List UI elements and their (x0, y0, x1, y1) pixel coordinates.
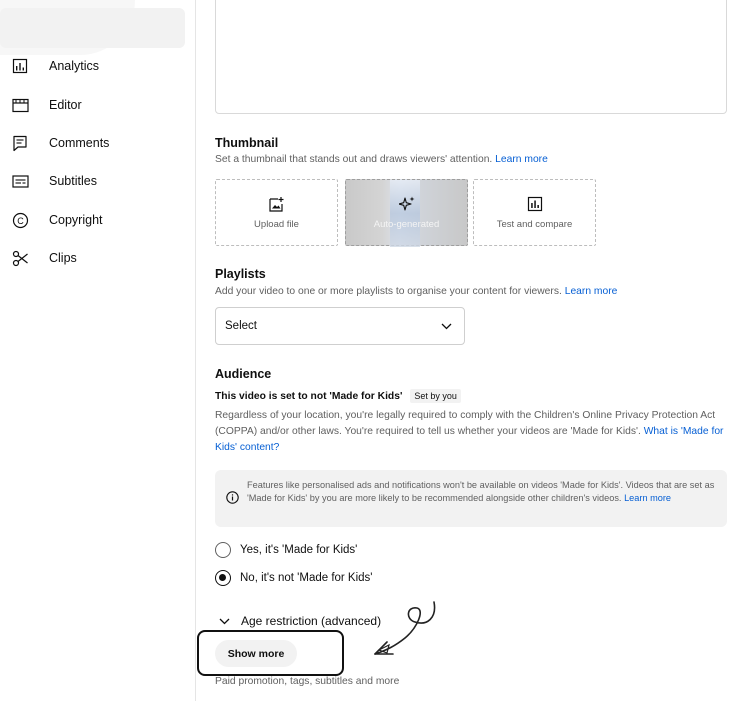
made-for-kids-no-option[interactable]: No, it's not 'Made for Kids' (215, 570, 373, 586)
sidebar-item-editor[interactable]: Editor (0, 86, 196, 124)
chevron-down-icon (219, 612, 230, 630)
sidebar-item-label: Analytics (49, 59, 100, 73)
audience-description-text: Regardless of your location, you're lega… (215, 410, 716, 437)
comments-icon (11, 134, 29, 152)
upload-file-option[interactable]: Upload file (215, 179, 338, 246)
sidebar: Analytics Editor Comments Subtitles C Co… (0, 0, 196, 701)
sidebar-item-label: Comments (49, 136, 110, 150)
age-restriction-toggle[interactable]: Age restriction (advanced) (219, 612, 381, 630)
radio-no-label: No, it's not 'Made for Kids' (240, 572, 373, 584)
clips-icon (11, 249, 29, 267)
chart-icon (526, 195, 544, 213)
radio-yes-label: Yes, it's 'Made for Kids' (240, 544, 358, 556)
upload-file-label: Upload file (254, 219, 299, 230)
test-and-compare-label: Test and compare (496, 219, 573, 230)
playlist-select-value: Select (225, 320, 257, 332)
annotation-arrow-icon (374, 601, 436, 655)
info-notice: Features like personalised ads and notif… (215, 470, 727, 527)
sidebar-item-label: Copyright (49, 213, 103, 227)
sidebar-item-subtitles[interactable]: Subtitles (0, 162, 196, 200)
chevron-down-icon (441, 321, 452, 333)
audience-description: Regardless of your location, you're lega… (215, 408, 727, 456)
sidebar-item-label: Clips (49, 251, 77, 265)
playlist-select[interactable]: Select (215, 307, 465, 345)
age-restriction-label: Age restriction (advanced) (241, 614, 382, 628)
info-learn-more-link[interactable]: Learn more (624, 493, 671, 503)
analytics-icon (11, 57, 29, 75)
set-by-you-badge: Set by you (410, 389, 461, 403)
upload-image-icon (268, 195, 286, 213)
thumbnail-subtitle-text: Set a thumbnail that stands out and draw… (215, 154, 493, 165)
sidebar-item-label: Subtitles (49, 174, 97, 188)
playlists-subtitle-text: Add your video to one or more playlists … (215, 286, 562, 297)
sparkle-icon (398, 195, 416, 213)
sidebar-item-comments[interactable]: Comments (0, 124, 196, 162)
subtitles-icon (11, 172, 29, 190)
thumbnail-learn-more-link[interactable]: Learn more (495, 154, 548, 165)
auto-generated-label: Auto-generated (373, 219, 440, 230)
audience-status: This video is set to not 'Made for Kids'… (215, 389, 461, 403)
sidebar-item-clips[interactable]: Clips (0, 239, 196, 277)
made-for-kids-yes-option[interactable]: Yes, it's 'Made for Kids' (215, 542, 357, 558)
sidebar-item-copyright[interactable]: C Copyright (0, 201, 196, 239)
thumbnail-subtitle: Set a thumbnail that stands out and draw… (215, 154, 548, 165)
audience-title: Audience (215, 367, 272, 381)
copyright-icon: C (11, 211, 29, 229)
annotation-highlight-box (197, 630, 344, 676)
playlists-subtitle: Add your video to one or more playlists … (215, 286, 617, 297)
description-textarea[interactable] (215, 0, 727, 114)
auto-generated-preview (390, 180, 420, 247)
editor-icon (11, 96, 29, 114)
radio-yes[interactable] (215, 542, 231, 558)
test-and-compare-option[interactable]: Test and compare (473, 179, 596, 246)
sidebar-blurred-item (0, 8, 185, 48)
auto-generated-option[interactable]: Auto-generated (345, 179, 468, 247)
svg-text:C: C (17, 215, 24, 225)
info-notice-text: Features like personalised ads and notif… (247, 479, 719, 504)
playlists-learn-more-link[interactable]: Learn more (565, 286, 618, 297)
info-icon (226, 491, 239, 509)
sidebar-item-analytics[interactable]: Analytics (0, 47, 196, 85)
show-more-caption: Paid promotion, tags, subtitles and more (215, 676, 400, 687)
radio-no[interactable] (215, 570, 231, 586)
playlists-title: Playlists (215, 267, 266, 281)
audience-status-text: This video is set to not 'Made for Kids' (215, 391, 403, 402)
sidebar-item-label: Editor (49, 98, 82, 112)
thumbnail-title: Thumbnail (215, 136, 279, 150)
